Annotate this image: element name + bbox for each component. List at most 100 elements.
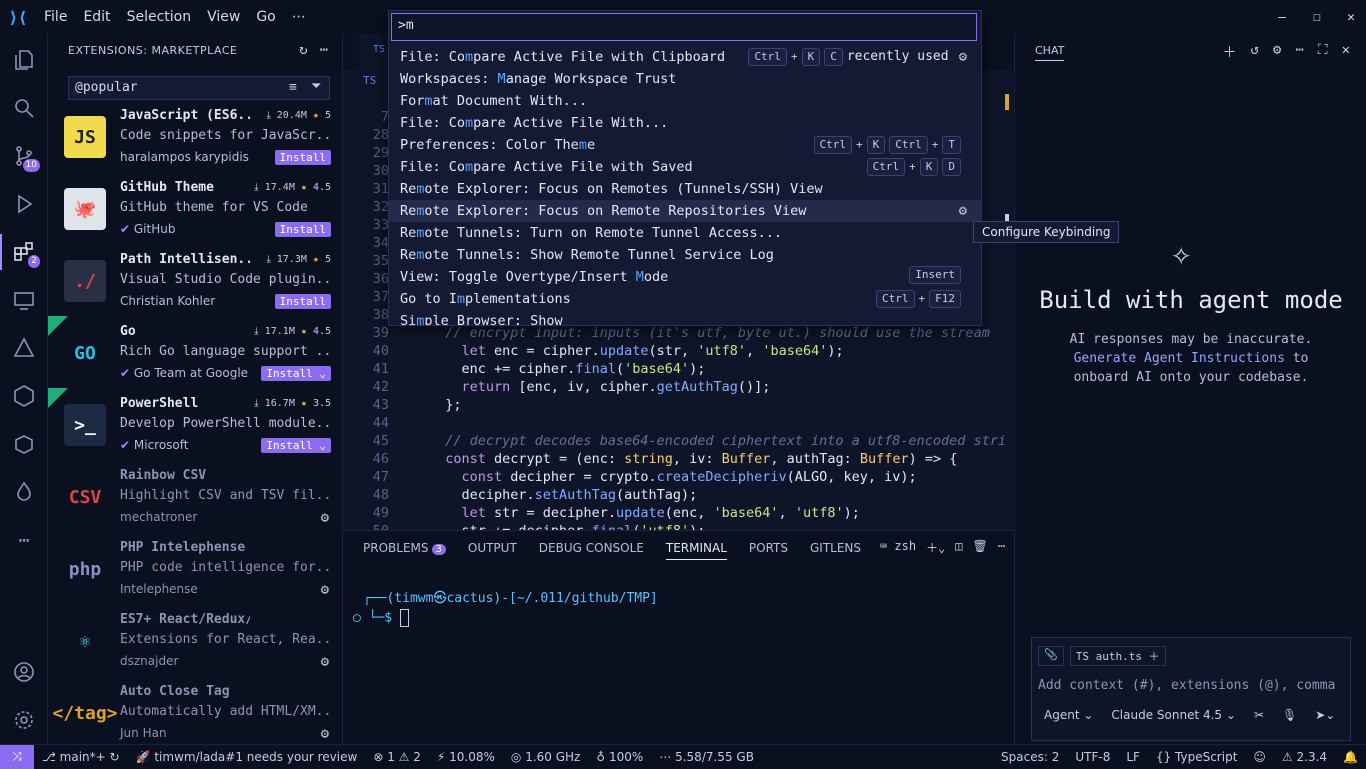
- indent-status[interactable]: Spaces: 2: [993, 750, 1067, 764]
- history-icon[interactable]: ↺: [1250, 42, 1258, 62]
- code-line[interactable]: 41 enc += cipher.final('base64');: [343, 360, 1013, 378]
- eol-status[interactable]: LF: [1118, 750, 1148, 764]
- command-item[interactable]: Remote Explorer: Focus on Remote Reposit…: [389, 200, 981, 222]
- minimap[interactable]: [995, 94, 1009, 294]
- close-chat-icon[interactable]: ✕: [1342, 42, 1350, 62]
- generate-instructions-link[interactable]: Generate Agent Instructions: [1074, 351, 1285, 366]
- flame-icon[interactable]: [0, 468, 48, 516]
- extension-gear-icon[interactable]: ⚙: [321, 726, 329, 742]
- review-status[interactable]: 🚀 timwm/lada#1 needs your review: [128, 750, 366, 764]
- code-line[interactable]: 47 const decipher = crypto.createDeciphe…: [343, 468, 1013, 486]
- extension-item[interactable]: GO Go ⤓ 17.1M ★ 4.5 Rich Go language suppor…: [48, 316, 342, 396]
- code-line[interactable]: 40 let enc = cipher.update(str, 'utf8', …: [343, 342, 1013, 360]
- new-chat-icon[interactable]: ＋: [1222, 42, 1236, 62]
- send-icon[interactable]: ➤⌄: [1315, 708, 1335, 722]
- menu-more[interactable]: ⋯: [284, 9, 314, 25]
- code-line[interactable]: 45 // decrypt decodes base64-encoded cip…: [343, 432, 1013, 450]
- command-item[interactable]: File: Compare Active File with Clipboard…: [389, 46, 981, 68]
- terminal-input-line[interactable]: ○ └─$: [353, 609, 409, 627]
- context-file-chip[interactable]: TS auth.ts ＋: [1069, 646, 1166, 666]
- minimize-icon[interactable]: —: [1265, 0, 1299, 34]
- command-item[interactable]: Remote Tunnels: Show Remote Tunnel Servi…: [389, 244, 981, 266]
- chat-input[interactable]: Add context (#), extensions (@), comma: [1038, 678, 1343, 693]
- command-item[interactable]: Format Document With...: [389, 90, 981, 112]
- breadcrumb[interactable]: TS: [363, 74, 376, 87]
- remote-explorer-icon[interactable]: [0, 276, 48, 324]
- code-line[interactable]: 42 return [enc, iv, cipher.getAuthTag()]…: [343, 378, 1013, 396]
- install-button[interactable]: Install: [274, 150, 331, 165]
- explorer-icon[interactable]: [0, 36, 48, 84]
- maximize-chat-icon[interactable]: ⛶: [1318, 42, 1328, 62]
- extension-item[interactable]: php PHP Intelephense PHP code intelligence…: [48, 540, 342, 612]
- notifications-icon[interactable]: 🔔: [1335, 750, 1366, 764]
- close-window-icon[interactable]: ✕: [1334, 0, 1366, 34]
- language-status[interactable]: {} TypeScript: [1148, 750, 1245, 764]
- more-actions-icon[interactable]: ⋯: [320, 42, 328, 58]
- maximize-icon[interactable]: ☐: [1300, 0, 1334, 34]
- panel-tab-ports[interactable]: PORTS: [749, 541, 788, 560]
- chat-input-box[interactable]: 📎 TS auth.ts ＋ Add context (#), extensio…: [1031, 637, 1351, 741]
- copilot-icon[interactable]: ☺: [1245, 750, 1274, 764]
- panel-tab-gitlens[interactable]: GITLENS: [810, 541, 861, 560]
- extension-gear-icon[interactable]: ⚙: [321, 582, 329, 598]
- encoding-status[interactable]: UTF-8: [1067, 750, 1118, 764]
- containers-icon[interactable]: [0, 420, 48, 468]
- panel-tab-output[interactable]: OUTPUT: [468, 541, 517, 560]
- extension-gear-icon[interactable]: ⚙: [321, 510, 329, 526]
- extension-item[interactable]: CSV Rainbow CSV Highlight CSV and TSV fil.…: [48, 468, 342, 540]
- install-button[interactable]: Install: [274, 222, 331, 237]
- refresh-icon[interactable]: ↻: [299, 42, 307, 58]
- command-item[interactable]: Simple Browser: Show: [389, 310, 981, 325]
- search-icon[interactable]: [0, 84, 48, 132]
- panel-tab-debug-console[interactable]: DEBUG CONSOLE: [539, 541, 644, 560]
- code-line[interactable]: 44: [343, 414, 1013, 432]
- command-item[interactable]: Workspaces: Manage Workspace Trust: [389, 68, 981, 90]
- extension-item[interactable]: >_ PowerShell ⤓ 16.7M ★ 3.5 Develop PowerSh…: [48, 388, 342, 468]
- account-icon[interactable]: [0, 648, 48, 696]
- extension-item[interactable]: JS JavaScript (ES6... ⤓ 20.4M ★ 5 Code snip…: [48, 108, 342, 180]
- problems-status[interactable]: ⊗ 1 ⚠ 2: [365, 750, 429, 764]
- attach-icon[interactable]: 📎: [1038, 646, 1064, 666]
- kill-terminal-icon[interactable]: 🗑: [973, 539, 988, 556]
- extension-item[interactable]: 🐙 GitHub Theme ⤓ 17.4M ★ 4.5 GitHub theme f…: [48, 180, 342, 252]
- model-select[interactable]: Claude Sonnet 4.5 ⌄: [1111, 708, 1236, 722]
- configure-keybinding-gear-icon[interactable]: ⚙: [959, 46, 967, 68]
- azure-icon[interactable]: [0, 324, 48, 372]
- command-item[interactable]: Remote Tunnels: Turn on Remote Tunnel Ac…: [389, 222, 981, 244]
- extensions-icon[interactable]: 2: [0, 228, 48, 276]
- menu-edit[interactable]: Edit: [75, 9, 118, 25]
- gitlens-icon[interactable]: [0, 372, 48, 420]
- chat-more-icon[interactable]: ⋯: [1295, 42, 1303, 62]
- filter-icon[interactable]: ⏷: [311, 79, 321, 94]
- code-line[interactable]: 39 // encrypt input: inputs (it's utf, b…: [343, 324, 1013, 342]
- chat-title[interactable]: CHAT: [1035, 44, 1065, 61]
- configure-keybinding-gear-icon[interactable]: ⚙: [959, 200, 967, 222]
- extension-item[interactable]: </tag> Auto Close Tag Automatically add HT…: [48, 684, 342, 744]
- command-palette-input[interactable]: >m: [391, 13, 977, 41]
- chat-settings-icon[interactable]: ⚙: [1273, 42, 1281, 62]
- panel-tab-terminal[interactable]: TERMINAL: [665, 541, 727, 560]
- run-debug-icon[interactable]: [0, 180, 48, 228]
- panel-more-icon[interactable]: ⋯: [998, 539, 1005, 556]
- branch-status[interactable]: ⎇ main*+ ↻: [34, 750, 128, 764]
- command-item[interactable]: Remote Explorer: Focus on Remotes (Tunne…: [389, 178, 981, 200]
- clear-filter-icon[interactable]: ≡: [289, 80, 297, 95]
- menu-selection[interactable]: Selection: [119, 9, 200, 25]
- mic-icon[interactable]: 🎙: [1282, 708, 1297, 722]
- extension-item[interactable]: ⚛ ES7+ React/Redux/React-Na... Extensions …: [48, 612, 342, 684]
- menu-go[interactable]: Go: [248, 9, 283, 25]
- code-line[interactable]: 48 decipher.setAuthTag(authTag);: [343, 486, 1013, 504]
- more-views-icon[interactable]: ⋯: [0, 516, 48, 564]
- remote-indicator-icon[interactable]: ⤨: [0, 744, 34, 769]
- extension-item[interactable]: ./ Path Intellisen... ⤓ 17.3M ★ 5 Visual St…: [48, 252, 342, 324]
- mode-select[interactable]: Agent ⌄: [1044, 708, 1093, 722]
- split-terminal-icon[interactable]: ◫: [955, 539, 962, 556]
- extension-gear-icon[interactable]: ⚙: [321, 654, 329, 670]
- panel-tab-problems[interactable]: PROBLEMS 3: [363, 541, 446, 560]
- source-control-icon[interactable]: 10: [0, 132, 48, 180]
- code-line[interactable]: 49 let str = decipher.update(enc, 'base6…: [343, 504, 1013, 522]
- install-button[interactable]: Install: [274, 294, 331, 309]
- command-item[interactable]: Go to Implementations Ctrl + F12: [389, 288, 981, 310]
- install-button[interactable]: Install ⌄: [261, 438, 331, 453]
- install-button[interactable]: Install ⌄: [261, 366, 331, 381]
